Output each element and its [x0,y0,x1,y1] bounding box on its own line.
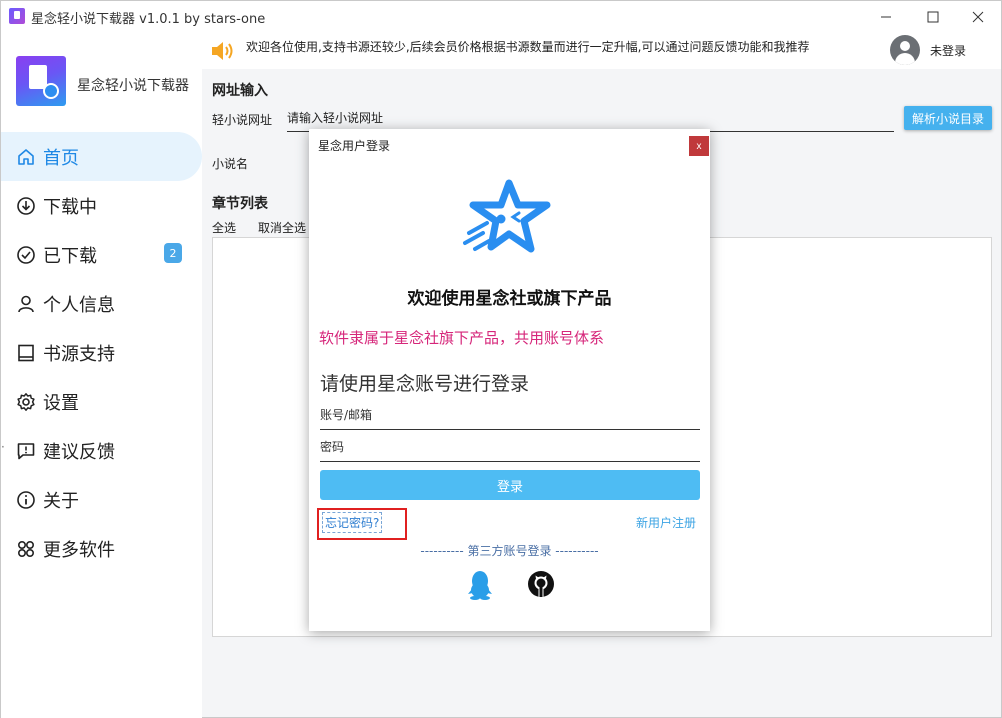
minimize-button[interactable] [863,1,909,32]
app-name: 星念轻小说下载器 [77,78,189,94]
app-logo [16,56,66,106]
sidebar-item-label: 首页 [43,147,79,169]
title-bar: 星念轻小说下载器 v1.0.1 by stars-one [1,1,1001,32]
deselect-all-button[interactable]: 取消全选 [258,221,306,235]
novel-name-label: 小说名 [212,157,249,171]
sidebar-item-label: 关于 [43,490,79,512]
parse-catalog-button[interactable]: 解析小说目录 [904,106,992,130]
close-button[interactable] [955,1,1001,32]
account-field[interactable] [320,400,700,430]
avatar[interactable] [890,35,920,65]
sidebar-item-label: 建议反馈 [43,441,115,463]
feedback-icon [15,440,37,462]
close-icon [972,11,984,22]
sidebar: 星念轻小说下载器 首页 下载中 已下载 2 个人信息 书源支持 设置 · 建议反… [1,32,202,718]
gear-icon [15,391,37,413]
notice-text: 欢迎各位使用,支持书源还较少,后续会员价格根据书源数量而进行一定升幅,可以通过问… [246,40,810,54]
sidebar-item-settings[interactable]: 设置 [1,377,202,426]
user-icon [15,293,37,315]
sidebar-item-label: 设置 [43,392,79,414]
home-icon [15,146,37,168]
downloaded-count-badge: 2 [164,243,182,263]
password-field[interactable] [320,432,700,462]
url-section-title: 网址输入 [212,83,268,99]
sidebar-item-label: 更多软件 [43,539,115,561]
book-icon [15,342,37,364]
info-icon [15,489,37,511]
sidebar-item-more-software[interactable]: 更多软件 [1,524,202,573]
apps-icon [15,538,37,560]
select-all-button[interactable]: 全选 [212,221,236,235]
sidebar-item-label: 书源支持 [43,343,115,365]
app-icon [9,8,25,24]
login-button[interactable]: 登录 [320,470,700,500]
maximize-icon [927,11,939,22]
speaker-icon [210,40,236,66]
download-badge-icon [43,83,59,99]
sidebar-item-downloading[interactable]: 下载中 [1,181,202,230]
url-input[interactable] [287,105,894,132]
sidebar-item-about[interactable]: 关于 [1,475,202,524]
sidebar-item-label: 个人信息 [43,294,115,316]
minimize-icon [881,16,891,17]
subtitle-text: 软件隶属于星念社旗下产品，共用账号体系 [319,329,605,347]
qq-login-icon[interactable] [467,570,493,604]
star-logo-icon [461,179,557,261]
sidebar-item-profile[interactable]: 个人信息 [1,279,202,328]
login-dialog: 星念用户登录 x 欢迎使用星念社或旗下产品 软件隶属于星念社旗下产品，共用账号体… [309,129,710,631]
forgot-password-link[interactable]: 忘记密码? [322,512,383,533]
app-window: 星念轻小说下载器 v1.0.1 by stars-one 星念轻小说下载器 首页 [0,0,1002,718]
sidebar-item-feedback[interactable]: 建议反馈 [1,426,202,475]
url-label: 轻小说网址 [212,113,273,127]
chapter-section-title: 章节列表 [212,196,268,212]
sidebar-item-home[interactable]: 首页 [1,132,202,181]
welcome-text: 欢迎使用星念社或旗下产品 [407,289,612,309]
login-hint: 请使用星念账号进行登录 [320,373,530,395]
sidebar-item-label: 下载中 [43,196,97,218]
login-status[interactable]: 未登录 [930,42,966,59]
dialog-title: 星念用户登录 [318,139,391,153]
sidebar-item-sources[interactable]: 书源支持 [1,328,202,377]
github-login-icon[interactable] [527,570,555,602]
download-circle-icon [15,195,37,217]
dialog-close-button[interactable]: x [689,136,709,156]
sidebar-item-downloaded[interactable]: 已下载 2 [1,230,202,279]
sidebar-item-label: 已下载 [43,245,97,267]
maximize-button[interactable] [910,1,956,32]
third-party-label: ---------- 第三方账号登录 ---------- [420,544,599,558]
notice-bar: 欢迎各位使用,支持书源还较少,后续会员价格根据书源数量而进行一定升幅,可以通过问… [202,32,1001,69]
sidebar-nav: 首页 下载中 已下载 2 个人信息 书源支持 设置 · 建议反馈 关于 更多软件 [1,132,202,573]
window-title: 星念轻小说下载器 v1.0.1 by stars-one [31,12,266,27]
check-circle-icon [15,244,37,266]
register-link[interactable]: 新用户注册 [636,514,696,531]
